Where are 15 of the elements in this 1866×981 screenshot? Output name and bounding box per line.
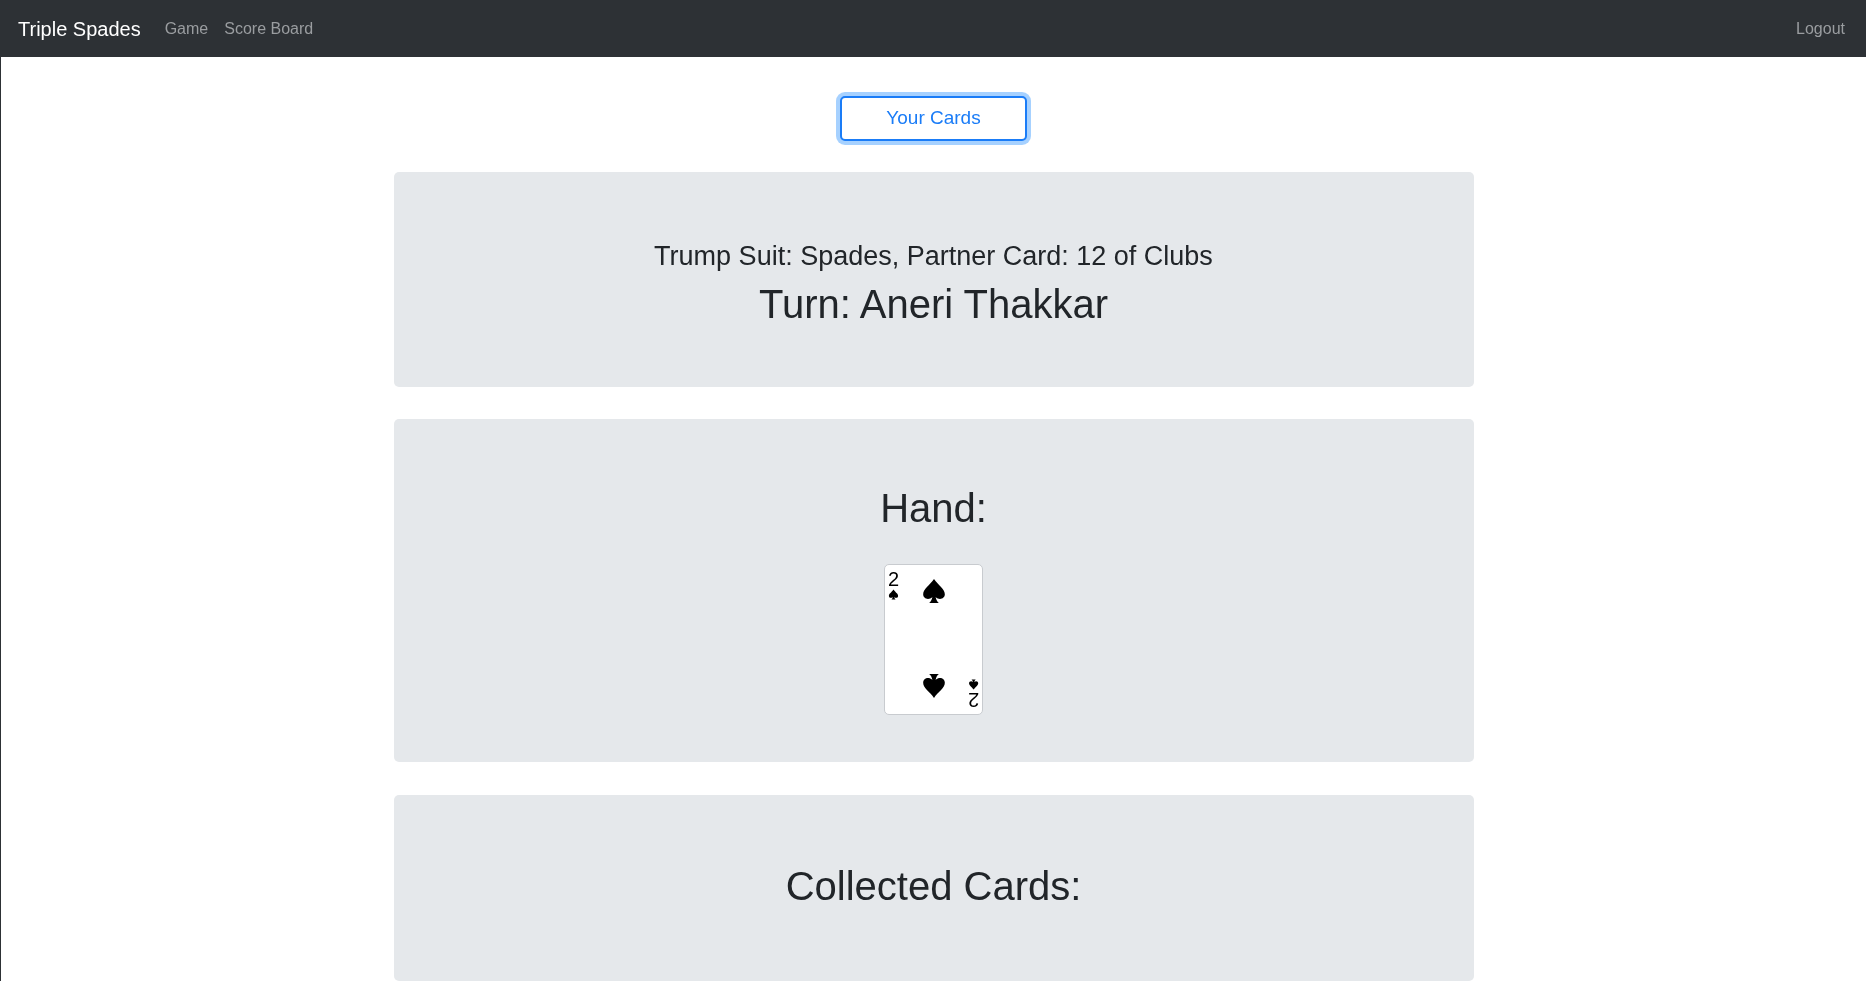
spade-icon <box>921 578 947 605</box>
card-rank: 2 <box>888 569 900 590</box>
brand-link[interactable]: Triple Spades <box>18 13 141 44</box>
nav-link[interactable]: Score Board <box>224 16 314 41</box>
turn-heading: Turn: Aneri Thakkar <box>758 280 1108 328</box>
spade-icon <box>921 673 947 700</box>
hand-heading: Hand: <box>880 485 987 533</box>
logout-link[interactable]: Logout <box>1796 16 1849 41</box>
collected-heading: Collected Cards: <box>785 863 1082 911</box>
trump-info-text: Trump Suit: Spades, Partner Card: 12 of Clubs <box>654 240 1213 274</box>
playing-card[interactable]: 2 2 <box>884 564 983 716</box>
spade-icon <box>967 679 979 691</box>
spade-icon <box>888 589 900 601</box>
nav-link[interactable]: Game <box>164 16 209 41</box>
card-rank: 2 <box>967 690 979 711</box>
